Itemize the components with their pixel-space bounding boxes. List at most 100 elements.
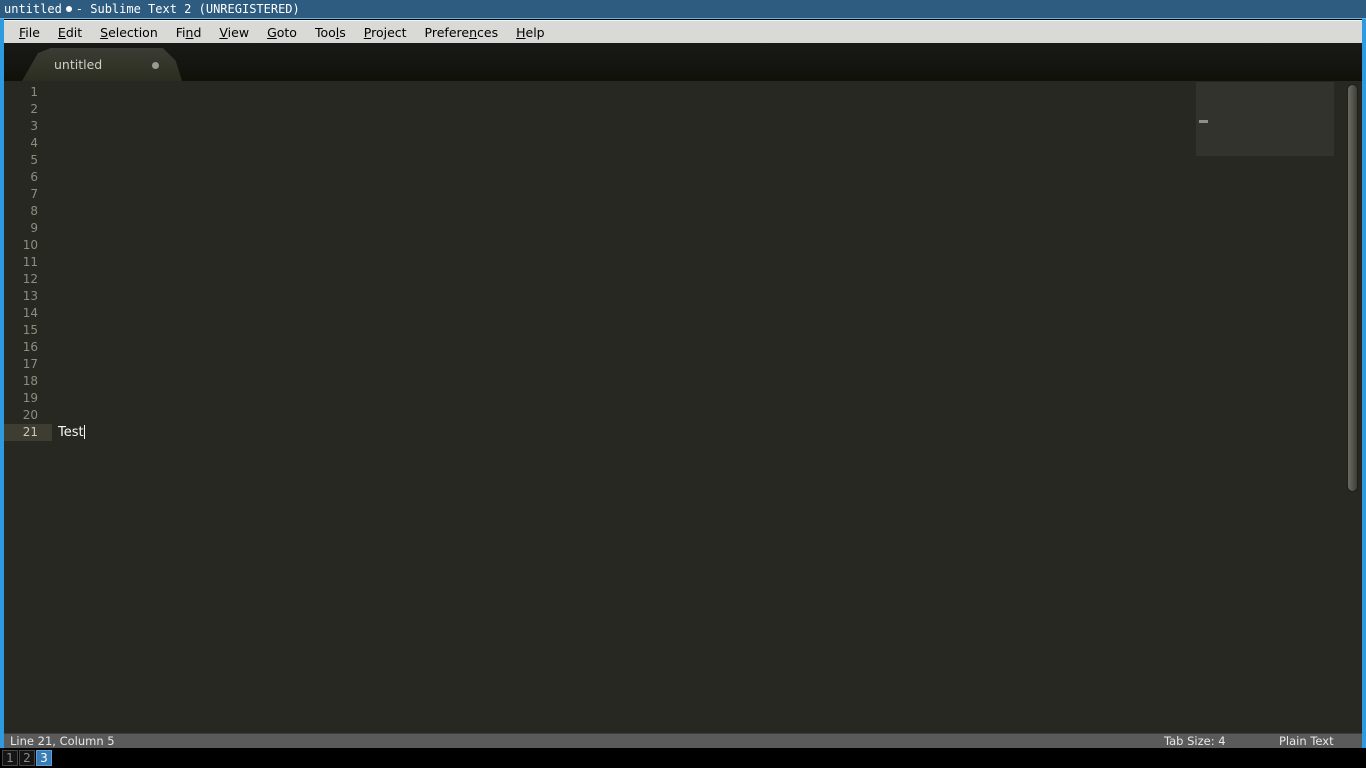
- gutter-line: 12: [4, 271, 52, 288]
- tab-strip-background: [4, 43, 1362, 81]
- minimap[interactable]: [1194, 81, 1344, 733]
- gutter-line: 19: [4, 390, 52, 407]
- code-line[interactable]: [52, 220, 1202, 237]
- line-number: 6: [30, 170, 38, 184]
- line-number: 21: [22, 425, 38, 439]
- code-line[interactable]: [52, 186, 1202, 203]
- line-number: 5: [30, 153, 38, 167]
- tab-strip: untitled: [4, 43, 1362, 81]
- code-content[interactable]: Test: [52, 81, 1202, 733]
- menu-item-view[interactable]: View: [210, 23, 258, 42]
- line-number: 9: [30, 221, 38, 235]
- code-line[interactable]: [52, 237, 1202, 254]
- workspace-1[interactable]: 1: [2, 750, 18, 766]
- gutter-line: 13: [4, 288, 52, 305]
- code-line[interactable]: [52, 118, 1202, 135]
- gutter-line: 17: [4, 356, 52, 373]
- menu-item-selection[interactable]: Selection: [91, 23, 167, 42]
- code-line[interactable]: Test: [52, 424, 1202, 441]
- minimap-code-mark: [1199, 120, 1208, 123]
- gutter-line: 10: [4, 237, 52, 254]
- dirty-dot-icon: [65, 5, 72, 12]
- code-line[interactable]: [52, 339, 1202, 356]
- gutter-line: 6: [4, 169, 52, 186]
- sublime-text-window: untitled - Sublime Text 2 (UNREGISTERED) …: [0, 0, 1366, 748]
- code-line[interactable]: [52, 322, 1202, 339]
- line-number: 15: [22, 323, 38, 337]
- line-number: 8: [30, 204, 38, 218]
- menu-item-edit[interactable]: Edit: [49, 23, 91, 42]
- menu-item-help[interactable]: Help: [507, 23, 554, 42]
- line-number: 19: [22, 391, 38, 405]
- gutter-line: 11: [4, 254, 52, 271]
- gutter-line: 7: [4, 186, 52, 203]
- status-cursor-position: Line 21, Column 5: [10, 734, 115, 748]
- menu-item-preferences[interactable]: Preferences: [416, 23, 508, 42]
- code-line[interactable]: [52, 84, 1202, 101]
- code-line[interactable]: [52, 407, 1202, 424]
- gutter-line: 15: [4, 322, 52, 339]
- line-number: 20: [22, 408, 38, 422]
- line-number: 16: [22, 340, 38, 354]
- line-number: 2: [30, 102, 38, 116]
- desktop-taskbar: 1 2 3: [0, 748, 1366, 768]
- gutter-line: 8: [4, 203, 52, 220]
- line-number-gutter: 1 2 3 4 5 6 7 8 9 10 11 12 13 14 15 16 17 18 19 20 21: [4, 81, 52, 733]
- vertical-scrollbar-thumb[interactable]: [1347, 84, 1358, 492]
- gutter-line: 5: [4, 152, 52, 169]
- line-number: 17: [22, 357, 38, 371]
- gutter-line: 4: [4, 135, 52, 152]
- minimap-viewport[interactable]: [1196, 82, 1334, 156]
- tab-label: untitled: [54, 56, 103, 72]
- code-line[interactable]: [52, 203, 1202, 220]
- code-line[interactable]: [52, 254, 1202, 271]
- menubar: File Edit Selection Find View Goto Tools…: [4, 20, 1362, 43]
- unsaved-dot-icon[interactable]: [152, 62, 159, 69]
- code-line[interactable]: [52, 152, 1202, 169]
- code-line[interactable]: [52, 169, 1202, 186]
- workspace-pager: 1 2 3: [2, 750, 52, 766]
- code-line[interactable]: [52, 271, 1202, 288]
- window-title: untitled - Sublime Text 2 (UNREGISTERED): [0, 2, 300, 16]
- menu-item-find[interactable]: Find: [167, 23, 211, 42]
- line-number: 14: [22, 306, 38, 320]
- gutter-line: 16: [4, 339, 52, 356]
- gutter-line: 9: [4, 220, 52, 237]
- status-syntax-mode[interactable]: Plain Text: [1279, 734, 1334, 748]
- code-line[interactable]: [52, 135, 1202, 152]
- line-number: 1: [30, 85, 38, 99]
- text-caret: [83, 425, 85, 439]
- menu-item-file[interactable]: File: [10, 23, 49, 42]
- gutter-line: 1: [4, 84, 52, 101]
- code-line[interactable]: [52, 305, 1202, 322]
- gutter-line: 21: [4, 424, 52, 441]
- window-title-filename: untitled: [4, 2, 62, 16]
- window-title-suffix: - Sublime Text 2 (UNREGISTERED): [75, 2, 300, 16]
- line-number: 13: [22, 289, 38, 303]
- window-titlebar[interactable]: untitled - Sublime Text 2 (UNREGISTERED): [0, 0, 1366, 19]
- code-line[interactable]: [52, 288, 1202, 305]
- code-line[interactable]: [52, 373, 1202, 390]
- code-line[interactable]: [52, 356, 1202, 373]
- gutter-line: 2: [4, 101, 52, 118]
- line-number: 10: [22, 238, 38, 252]
- line-number: 11: [22, 255, 38, 269]
- status-tab-size[interactable]: Tab Size: 4: [1164, 734, 1226, 748]
- menu-item-project[interactable]: Project: [355, 23, 416, 42]
- gutter-line: 3: [4, 118, 52, 135]
- code-line[interactable]: [52, 101, 1202, 118]
- workspace-3[interactable]: 3: [36, 750, 52, 766]
- menu-item-tools[interactable]: Tools: [306, 23, 355, 42]
- window-border-right: [1362, 19, 1366, 748]
- line-number: 18: [22, 374, 38, 388]
- status-bar: Line 21, Column 5 Tab Size: 4 Plain Text: [4, 733, 1362, 748]
- editor-area[interactable]: 1 2 3 4 5 6 7 8 9 10 11 12 13 14 15 16 17 18 19 20 21 Test: [4, 81, 1362, 733]
- line-number: 7: [30, 187, 38, 201]
- gutter-line: 18: [4, 373, 52, 390]
- vertical-scrollbar[interactable]: [1344, 81, 1362, 733]
- sublime-client-area: untitled 1 2 3 4 5 6 7 8 9 10 11 12 13 14 15 16 17 18 19 20…: [4, 43, 1362, 748]
- tab-untitled[interactable]: untitled: [22, 48, 182, 81]
- menu-item-goto[interactable]: Goto: [258, 23, 306, 42]
- code-line[interactable]: [52, 390, 1202, 407]
- workspace-2[interactable]: 2: [19, 750, 35, 766]
